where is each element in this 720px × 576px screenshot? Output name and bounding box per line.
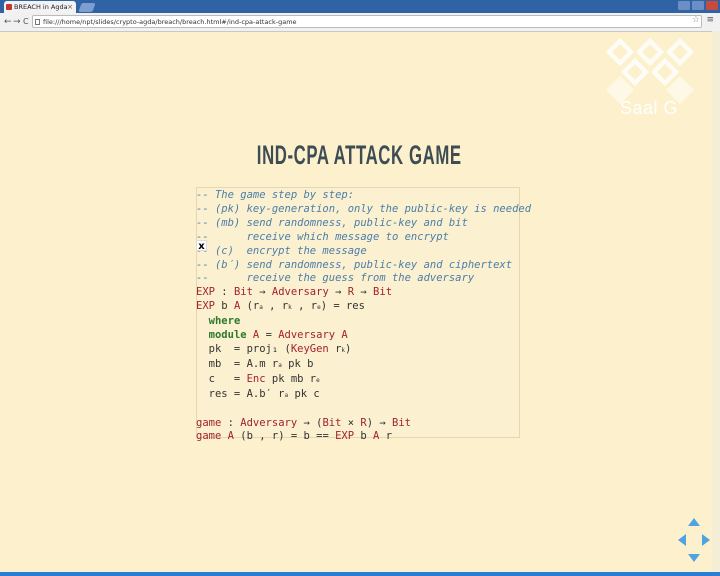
- slide-title: IND-CPA ATTACK GAME: [256, 140, 462, 170]
- reload-icon[interactable]: C: [23, 16, 29, 28]
- code-token: Bit: [233, 286, 253, 299]
- code-line: module A = Adversary A: [196, 329, 531, 343]
- code-token: -- The game step by step:: [196, 189, 355, 201]
- code-token: -- receive the guess from the adversary: [196, 272, 475, 285]
- code-token: game: [196, 430, 222, 443]
- code-token: , r: [262, 300, 289, 313]
- code-token: c =: [196, 372, 247, 385]
- code-line: res = A.b′ ra pk c: [196, 388, 531, 403]
- code-token: -- (c) encrypt the message: [196, 244, 367, 257]
- code-token: e: [316, 376, 320, 384]
- code-block: -- The game step by step: -- (pk) key-gen…: [196, 189, 531, 444]
- code-token: -- receive which message to encrypt: [196, 230, 449, 243]
- code-token: EXP: [196, 286, 215, 299]
- address-bar[interactable]: file:///home/npt/slides/crypto-agda/brea…: [32, 15, 702, 28]
- code-token: Adversary: [271, 286, 329, 299]
- code-token: -- (b′) send randomness, public-key and …: [196, 258, 513, 271]
- code-token: ) →: [366, 416, 393, 429]
- code-token: pk b: [281, 357, 314, 370]
- code-token: (r: [240, 300, 260, 313]
- new-tab-button[interactable]: [78, 3, 96, 12]
- code-line: -- (c) encrypt the message: [196, 245, 531, 259]
- code-token: where: [208, 315, 241, 328]
- code-line: pk = proj₁ (KeyGen rk): [196, 343, 531, 358]
- window-controls: [678, 1, 718, 10]
- code-token: :: [221, 416, 241, 429]
- code-line: EXP b A (ra , rk , re) = res: [196, 300, 531, 315]
- nav-left-arrow-icon[interactable]: [678, 534, 686, 546]
- code-token: Bit: [392, 416, 411, 429]
- code-line: EXP : Bit → Adversary → R → Bit: [196, 286, 531, 300]
- code-token: pk mb r: [265, 372, 317, 385]
- code-token: -- (mb) send randomness, public-key and …: [196, 216, 468, 229]
- code-token: ×: [341, 416, 361, 429]
- code-token: r: [379, 430, 393, 443]
- code-token: Bit: [322, 416, 342, 429]
- title-bar: BREACH in Agda ×: [0, 0, 720, 14]
- code-token: ): [345, 342, 352, 355]
- code-token: , r: [291, 300, 318, 313]
- nav-down-arrow-icon[interactable]: [688, 554, 700, 562]
- code-line: -- (pk) key-generation, only the public-…: [196, 203, 531, 217]
- nav-right-arrow-icon[interactable]: [702, 534, 710, 546]
- back-icon[interactable]: ←: [4, 16, 12, 28]
- nav-up-arrow-icon[interactable]: [688, 518, 700, 526]
- favicon-icon: [6, 4, 12, 10]
- minimize-button[interactable]: [678, 1, 690, 10]
- code-token: =: [259, 329, 279, 342]
- code-token: game: [196, 416, 222, 429]
- code-line: game : Adversary → (Bit × R) → Bit: [196, 417, 531, 431]
- code-token: Enc: [246, 372, 266, 385]
- code-line: game A (b , r) = b == EXP b A r: [196, 430, 531, 444]
- code-token: EXP: [335, 430, 355, 443]
- code-token: pk c: [288, 387, 320, 400]
- code-token: (b , r) = b ==: [233, 430, 336, 443]
- code-token: :: [214, 286, 234, 299]
- watermark-text: Saal G: [620, 98, 679, 118]
- code-token: -- (pk) key-generation, only the public-…: [196, 202, 532, 215]
- code-token: → (: [297, 416, 323, 429]
- bookmark-star-icon[interactable]: ☆: [692, 15, 700, 25]
- page-icon: [35, 19, 40, 25]
- code-line: [196, 403, 531, 417]
- scrollbar[interactable]: [712, 31, 720, 576]
- code-line: -- receive which message to encrypt: [196, 231, 531, 245]
- code-token: →: [328, 286, 348, 299]
- tab-title: BREACH in Agda: [14, 3, 68, 11]
- code-line: -- (b′) send randomness, public-key and …: [196, 259, 531, 273]
- code-token: pk = proj₁ (: [196, 342, 291, 355]
- code-token: b: [354, 430, 374, 443]
- code-token: res = A.b′ r: [196, 387, 285, 400]
- code-token: Adversary: [240, 416, 298, 429]
- maximize-button[interactable]: [692, 1, 704, 10]
- slide-navigation: [678, 518, 710, 562]
- code-token: module: [208, 329, 247, 342]
- code-line: -- receive the guess from the adversary: [196, 272, 531, 286]
- code-line: c = Enc pk mb re: [196, 373, 531, 388]
- bottom-strip: [0, 572, 720, 576]
- forward-icon[interactable]: →: [13, 16, 21, 28]
- code-token: KeyGen: [290, 342, 329, 355]
- url-text: file:///home/npt/slides/crypto-agda/brea…: [43, 18, 297, 26]
- code-token: →: [354, 286, 374, 299]
- code-token: b: [214, 300, 234, 313]
- code-line: -- (mb) send randomness, public-key and …: [196, 217, 531, 231]
- code-token: r: [328, 342, 342, 355]
- code-token: mb = A.m r: [196, 357, 279, 370]
- code-token: Adversary A: [278, 329, 348, 342]
- menu-icon[interactable]: ≡: [706, 15, 714, 25]
- code-token: EXP: [196, 300, 215, 313]
- code-token: Bit: [373, 286, 393, 299]
- code-token: ) = res: [320, 300, 365, 313]
- code-line: -- The game step by step:: [196, 189, 531, 203]
- cursor-mark: x: [196, 240, 207, 252]
- close-window-button[interactable]: [706, 1, 718, 10]
- code-token: →: [252, 286, 272, 299]
- code-line: where: [196, 315, 531, 329]
- code-line: mb = A.m ra pk b: [196, 358, 531, 373]
